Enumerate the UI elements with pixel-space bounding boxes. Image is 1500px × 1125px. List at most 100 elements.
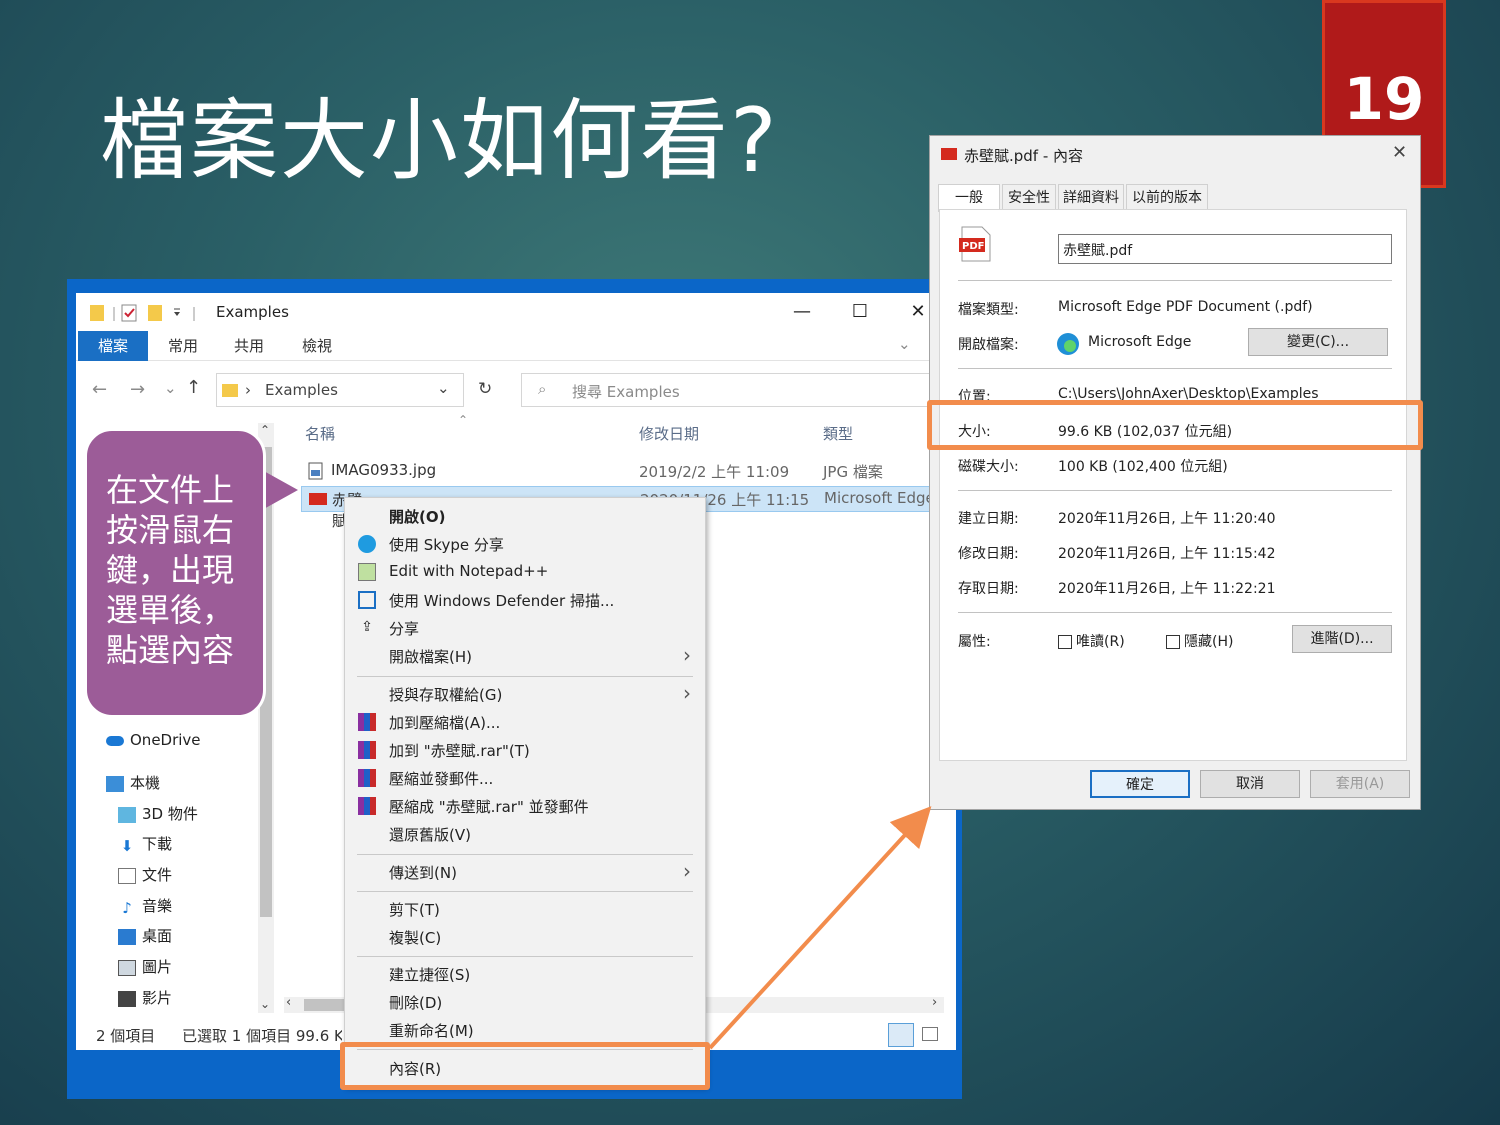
tab-previous-versions[interactable]: 以前的版本 bbox=[1126, 184, 1208, 210]
refresh-icon[interactable]: ↻ bbox=[478, 379, 492, 399]
menu-item-open[interactable]: 開啟(O) bbox=[345, 502, 705, 530]
advanced-button[interactable]: 進階(D)... bbox=[1292, 625, 1392, 653]
nav-desktop[interactable]: 桌面 bbox=[118, 925, 172, 946]
column-name[interactable]: 名稱 bbox=[305, 423, 335, 444]
up-icon[interactable]: ↑ bbox=[186, 377, 201, 398]
menu-separator bbox=[357, 676, 693, 677]
callout-line: 按滑鼠右 bbox=[106, 511, 235, 549]
cancel-button[interactable]: 取消 bbox=[1200, 770, 1300, 798]
minimize-button[interactable]: — bbox=[782, 297, 822, 327]
column-modified[interactable]: 修改日期 bbox=[639, 423, 699, 444]
apply-button[interactable]: 套用(A) bbox=[1310, 770, 1410, 798]
tab-file[interactable]: 檔案 bbox=[78, 331, 148, 361]
picture-icon bbox=[118, 959, 136, 976]
jpg-file-icon bbox=[308, 462, 323, 480]
accessed-value: 2020年11月26日, 上午 11:22:21 bbox=[1058, 581, 1276, 597]
tab-home[interactable]: 常用 bbox=[152, 331, 214, 361]
maximize-button[interactable]: ☐ bbox=[840, 297, 880, 327]
item-count: 2 個項目 bbox=[96, 1027, 156, 1045]
recent-chevron-icon[interactable]: ⌄ bbox=[164, 379, 177, 397]
nav-videos[interactable]: 影片 bbox=[118, 987, 172, 1008]
column-type[interactable]: 類型 bbox=[823, 423, 853, 444]
address-chevron-icon: › bbox=[245, 381, 251, 399]
nav-downloads[interactable]: ⬇ 下載 bbox=[118, 833, 173, 855]
tab-details[interactable]: 詳細資料 bbox=[1058, 184, 1124, 210]
nav-label: 下載 bbox=[142, 835, 173, 853]
menu-label: 刪除(D) bbox=[389, 994, 443, 1012]
nav-this-pc[interactable]: 本機 bbox=[106, 772, 160, 793]
search-input[interactable]: ⌕ 搜尋 Examples bbox=[521, 373, 941, 407]
explorer-title: Examples bbox=[216, 303, 289, 321]
open-with-label: 開啟檔案: bbox=[958, 337, 1019, 353]
tab-share[interactable]: 共用 bbox=[218, 331, 280, 361]
menu-item-give-access[interactable]: 授與存取權給(G) › bbox=[345, 680, 705, 708]
nav-onedrive[interactable]: OneDrive bbox=[106, 731, 201, 749]
forward-icon[interactable]: → bbox=[130, 379, 145, 400]
menu-item-send-to[interactable]: 傳送到(N) › bbox=[345, 858, 705, 886]
tab-security[interactable]: 安全性 bbox=[1002, 184, 1056, 210]
back-icon[interactable]: ← bbox=[92, 379, 107, 400]
winrar-icon bbox=[358, 797, 376, 815]
nav-documents[interactable]: 文件 bbox=[118, 864, 172, 885]
search-placeholder: 搜尋 Examples bbox=[572, 383, 680, 401]
document-icon bbox=[118, 867, 136, 884]
menu-item-delete[interactable]: 刪除(D) bbox=[345, 988, 705, 1016]
scroll-left-icon[interactable]: ‹ bbox=[286, 995, 291, 1010]
scroll-up-icon[interactable]: ⌃ bbox=[260, 423, 270, 437]
desktop-icon bbox=[118, 928, 136, 945]
quick-access-toolbar-icon[interactable] bbox=[90, 302, 210, 324]
nav-label: 音樂 bbox=[142, 897, 173, 915]
pdf-file-icon bbox=[309, 493, 327, 505]
ok-button[interactable]: 確定 bbox=[1090, 770, 1190, 798]
menu-item-rename[interactable]: 重新命名(M) bbox=[345, 1016, 705, 1044]
explorer-titlebar: Examples — ☐ ✕ bbox=[76, 293, 956, 331]
address-input[interactable]: › Examples ⌄ bbox=[216, 373, 464, 407]
menu-item-share[interactable]: ⇪ 分享 bbox=[345, 614, 705, 642]
tab-view[interactable]: 檢視 bbox=[286, 331, 348, 361]
file-row[interactable]: IMAG0933.jpg 2019/2/2 上午 11:09 JPG 檔案 bbox=[301, 458, 956, 484]
readonly-checkbox[interactable]: 唯讀(R) bbox=[1058, 631, 1125, 651]
context-menu: 開啟(O) 使用 Skype 分享 Edit with Notepad++ 使用… bbox=[344, 497, 706, 1087]
menu-item-copy[interactable]: 複製(C) bbox=[345, 923, 705, 951]
menu-item-restore-versions[interactable]: 還原舊版(V) bbox=[345, 820, 705, 848]
menu-item-notepad[interactable]: Edit with Notepad++ bbox=[345, 558, 705, 586]
sort-indicator-icon: ⌃ bbox=[458, 413, 469, 427]
nav-label: 文件 bbox=[142, 866, 173, 884]
address-text: Examples bbox=[265, 381, 338, 399]
menu-item-compress-email[interactable]: 壓縮並發郵件... bbox=[345, 764, 705, 792]
separator bbox=[958, 368, 1392, 369]
scroll-right-icon[interactable]: › bbox=[932, 995, 937, 1010]
nav-label: 3D 物件 bbox=[142, 805, 198, 823]
nav-3d-objects[interactable]: 3D 物件 bbox=[118, 803, 198, 824]
ribbon: 檔案 常用 共用 檢視 ⌄ bbox=[76, 331, 956, 361]
size-highlight-box bbox=[927, 400, 1423, 450]
change-button[interactable]: 變更(C)... bbox=[1248, 328, 1388, 356]
defender-shield-icon bbox=[358, 591, 376, 609]
menu-item-defender-scan[interactable]: 使用 Windows Defender 掃描... bbox=[345, 586, 705, 614]
nav-music[interactable]: ♪ 音樂 bbox=[118, 895, 173, 917]
menu-item-add-rar[interactable]: 加到 "赤壁賦.rar"(T) bbox=[345, 736, 705, 764]
separator bbox=[958, 280, 1392, 281]
nav-label: 本機 bbox=[130, 774, 161, 792]
address-dropdown-icon[interactable]: ⌄ bbox=[437, 379, 450, 397]
menu-item-open-with[interactable]: 開啟檔案(H) › bbox=[345, 642, 705, 670]
tab-general[interactable]: 一般 bbox=[938, 184, 1000, 212]
dialog-title: 赤壁賦.pdf - 內容 bbox=[964, 147, 1084, 165]
menu-item-compress-rar-email[interactable]: 壓縮成 "赤壁賦.rar" 並發郵件 bbox=[345, 792, 705, 820]
dialog-close-button[interactable]: ✕ bbox=[1392, 142, 1407, 163]
scrollbar-thumb[interactable] bbox=[304, 999, 344, 1011]
details-view-icon[interactable] bbox=[888, 1023, 914, 1047]
large-icons-view-icon[interactable] bbox=[922, 1027, 938, 1041]
cloud-icon bbox=[106, 735, 124, 746]
file-type-value: Microsoft Edge PDF Document (.pdf) bbox=[1058, 299, 1313, 315]
nav-pictures[interactable]: 圖片 bbox=[118, 956, 172, 977]
menu-item-create-shortcut[interactable]: 建立捷徑(S) bbox=[345, 960, 705, 988]
file-name-input[interactable]: 赤壁賦.pdf bbox=[1058, 234, 1392, 264]
menu-label: 加到 "赤壁賦.rar"(T) bbox=[389, 742, 530, 760]
hidden-checkbox[interactable]: 隱藏(H) bbox=[1166, 631, 1233, 651]
scroll-down-icon[interactable]: ⌄ bbox=[260, 997, 270, 1011]
menu-item-cut[interactable]: 剪下(T) bbox=[345, 895, 705, 923]
ribbon-expand-icon[interactable]: ⌄ bbox=[898, 335, 911, 353]
menu-item-add-archive[interactable]: 加到壓縮檔(A)... bbox=[345, 708, 705, 736]
menu-item-skype-share[interactable]: 使用 Skype 分享 bbox=[345, 530, 705, 558]
